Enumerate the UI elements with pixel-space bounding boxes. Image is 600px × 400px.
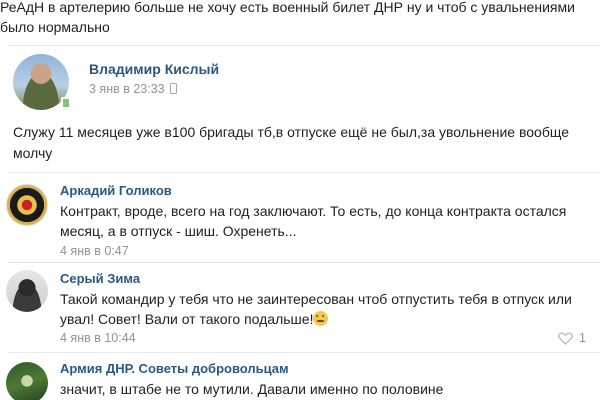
post-text: Служу 11 месяцев уже в100 бригады тб,в о… <box>13 124 569 161</box>
divider <box>8 352 600 353</box>
comment-timestamp[interactable]: 4 янв в 0:47 <box>60 244 129 258</box>
fragment-text: РеАдН в артелерию больше не хочу есть во… <box>0 0 575 35</box>
emblem-avatar[interactable] <box>6 184 48 226</box>
heart-icon <box>558 331 573 345</box>
post-time-text: 3 янв в 23:33 <box>89 82 165 96</box>
comment-author-link[interactable]: Серый Зима <box>60 271 140 286</box>
divider <box>8 262 600 263</box>
divider <box>8 45 600 46</box>
post-author-link[interactable]: Владимир Кислый <box>89 61 219 77</box>
post-timestamp[interactable]: 3 янв в 23:33 <box>89 82 177 96</box>
phone-icon <box>169 83 177 94</box>
like-count: 1 <box>579 331 586 345</box>
soldier-avatar[interactable] <box>6 270 48 312</box>
online-mobile-badge <box>61 97 71 109</box>
comment-author-link[interactable]: Армия ДНР. Советы добровольцам <box>60 361 289 376</box>
divider <box>8 172 600 173</box>
comment-text: Такой командир у тебя что не заинтересов… <box>60 289 590 329</box>
comment-author-link[interactable]: Аркадий Голиков <box>60 183 172 198</box>
comment-text: значит, в штабе не то мутили. Давали име… <box>60 381 444 397</box>
like-button[interactable]: 1 <box>558 331 586 345</box>
smile-emoji <box>313 311 329 326</box>
army-avatar[interactable] <box>6 362 48 400</box>
comment-timestamp[interactable]: 4 янв в 10:44 <box>60 331 136 345</box>
comment-text: Контракт, вроде, всего на год заключают.… <box>60 203 567 239</box>
